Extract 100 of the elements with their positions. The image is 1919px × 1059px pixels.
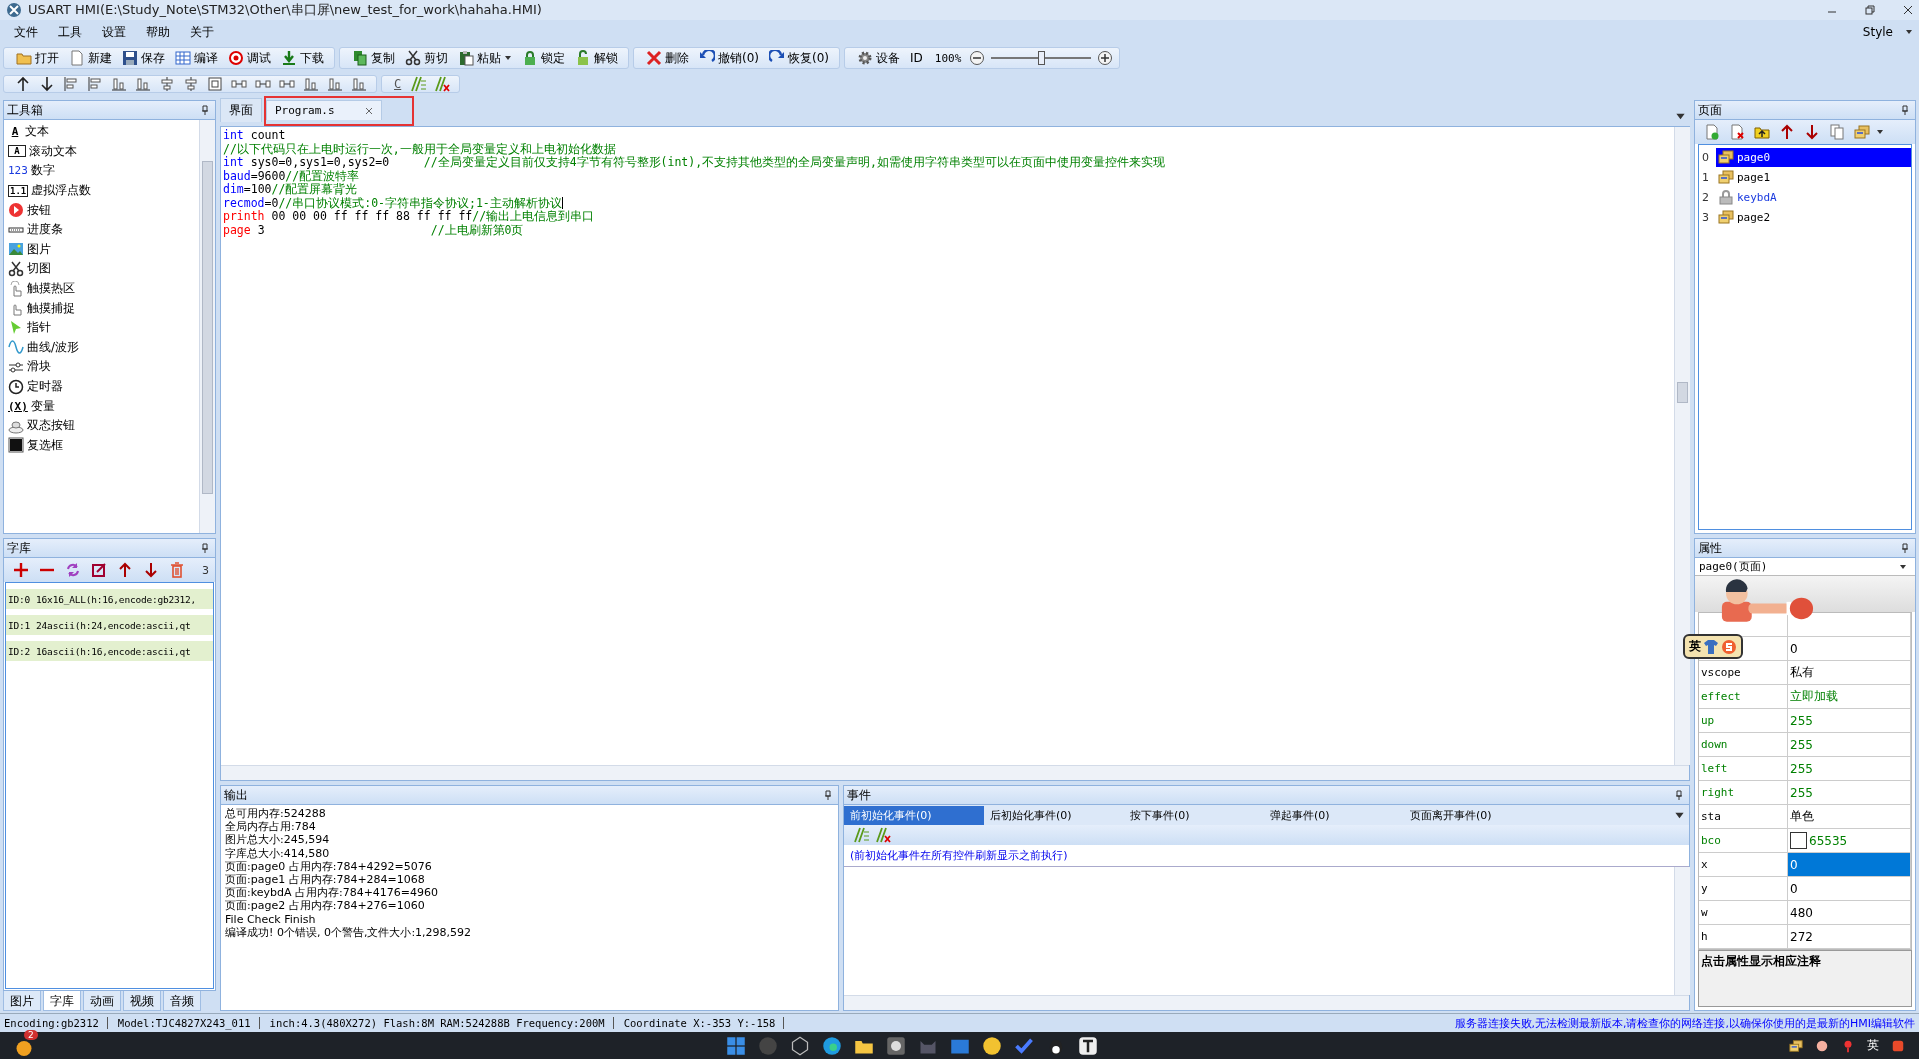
comment-icon[interactable] xyxy=(853,827,869,843)
toolbox-item[interactable]: 123 数字 xyxy=(8,161,195,181)
pin-icon[interactable] xyxy=(201,105,209,115)
zoom-in-icon[interactable] xyxy=(1097,50,1114,66)
move-up-icon[interactable] xyxy=(117,562,133,578)
pin-icon[interactable] xyxy=(201,543,209,553)
zoom-out-icon[interactable] xyxy=(969,50,986,66)
property-value[interactable]: 255 xyxy=(1788,757,1911,780)
scrollbar[interactable] xyxy=(199,120,215,533)
device-button[interactable]: 设备 xyxy=(853,48,904,68)
toolbox-item[interactable]: 按钮 xyxy=(8,200,195,220)
move-up-icon[interactable] xyxy=(15,76,31,92)
browser-icon[interactable] xyxy=(821,1035,842,1056)
add-icon[interactable] xyxy=(13,562,29,578)
property-value[interactable]: 立即加载 xyxy=(1788,685,1911,708)
toolbox-item[interactable]: A 滚动文本 xyxy=(8,141,195,162)
start-icon[interactable] xyxy=(725,1035,746,1056)
font-item[interactable]: ID:2 16ascii(h:16,encode:ascii,qt xyxy=(6,641,213,661)
page-icon[interactable] xyxy=(1854,124,1870,140)
align-bottom-icon[interactable] xyxy=(135,76,151,92)
toolbox-item[interactable]: 触摸热区 xyxy=(8,278,195,299)
property-value[interactable]: 0 xyxy=(1788,853,1911,876)
menu-item[interactable]: 文件 xyxy=(6,21,46,43)
panel-tab[interactable]: 字库 xyxy=(43,991,81,1011)
text-icon[interactable] xyxy=(1077,1035,1098,1056)
new-button[interactable]: 新建 xyxy=(65,48,116,68)
move-down-icon[interactable] xyxy=(143,562,159,578)
pin-icon[interactable] xyxy=(1901,105,1909,115)
tray-icon[interactable] xyxy=(1815,1038,1829,1053)
property-value[interactable]: 私有 xyxy=(1788,661,1911,684)
panel-tab[interactable]: 图片 xyxy=(3,991,41,1011)
toolbox-item[interactable]: 切图 xyxy=(8,259,195,279)
menu-item[interactable]: 帮助 xyxy=(138,21,178,43)
page-item[interactable]: page0 xyxy=(1716,147,1911,167)
save-button[interactable]: 保存 xyxy=(118,48,169,68)
uncomment-icon[interactable] xyxy=(875,827,891,843)
copy-icon[interactable] xyxy=(1829,124,1845,140)
circle-icon[interactable] xyxy=(981,1035,1002,1056)
toolbox-item[interactable]: 进度条 xyxy=(8,219,195,240)
menu-item[interactable]: 工具 xyxy=(50,21,90,43)
ime-status-bar[interactable]: 英 xyxy=(1683,634,1743,659)
property-value[interactable]: 0 xyxy=(1788,877,1911,900)
editor-tab[interactable]: Program.s xyxy=(266,100,382,120)
toolbox-item[interactable]: 曲线/波形 xyxy=(8,337,195,358)
move-down-icon[interactable] xyxy=(1804,124,1820,140)
event-tab[interactable]: 前初始化事件(0) xyxy=(844,805,984,825)
toolbox-item[interactable]: 指针 xyxy=(8,317,195,338)
debug-button[interactable]: 调试 xyxy=(224,48,275,68)
cut-button[interactable]: 剪切 xyxy=(401,48,452,68)
slider-thumb[interactable] xyxy=(1038,51,1046,65)
caret-icon[interactable] xyxy=(1876,128,1884,136)
panel-tab[interactable]: 音频 xyxy=(163,991,201,1011)
close-icon[interactable] xyxy=(364,106,373,115)
property-value[interactable]: 272 xyxy=(1788,925,1911,948)
delete-page-icon[interactable] xyxy=(1729,124,1745,140)
code-button[interactable]: C xyxy=(390,77,406,91)
stack-icon[interactable] xyxy=(303,76,319,92)
event-tab[interactable]: 弹起事件(0) xyxy=(1264,805,1404,825)
app-icon[interactable] xyxy=(885,1035,906,1056)
restore-icon[interactable] xyxy=(1865,5,1875,15)
cube-icon[interactable] xyxy=(789,1035,810,1056)
lock-button[interactable]: 锁定 xyxy=(518,48,569,68)
event-tab[interactable]: 页面离开事件(0) xyxy=(1404,805,1544,825)
move-down-icon[interactable] xyxy=(39,76,55,92)
redo-button[interactable]: 恢复(0) xyxy=(765,48,833,68)
menu-item[interactable]: 关于 xyxy=(182,21,222,43)
center-icon[interactable] xyxy=(207,76,223,92)
toolbox-item[interactable]: (X) 变量 xyxy=(8,396,195,416)
align-left-icon[interactable] xyxy=(63,76,79,92)
property-value[interactable]: 255 xyxy=(1788,709,1911,732)
toolbox-item[interactable]: 复选框 xyxy=(8,435,195,456)
import-icon[interactable] xyxy=(1754,124,1770,140)
uncomment-icon[interactable] xyxy=(434,76,451,92)
stack-icon[interactable] xyxy=(351,76,367,92)
input-language[interactable]: 英 xyxy=(1867,1037,1879,1054)
delete-button[interactable]: 删除 xyxy=(642,48,693,68)
tray-icon[interactable] xyxy=(1789,1038,1803,1053)
open-button[interactable]: 打开 xyxy=(12,48,63,68)
property-value[interactable]: 0 xyxy=(1788,637,1911,660)
font-item[interactable]: ID:1 24ascii(h:24,encode:ascii,qt xyxy=(6,615,213,635)
toolbox-item[interactable]: A 文本 xyxy=(8,122,195,142)
property-value[interactable]: 480 xyxy=(1788,901,1911,924)
refresh-icon[interactable] xyxy=(65,562,81,578)
toolbox-item[interactable]: 1.1 虚拟浮点数 xyxy=(8,180,195,201)
property-value[interactable]: 单色 xyxy=(1788,805,1911,828)
property-value[interactable]: 255 xyxy=(1788,733,1911,756)
property-value[interactable]: 65535 xyxy=(1788,829,1911,852)
dropdown-icon[interactable] xyxy=(1675,111,1686,122)
scrollbar[interactable] xyxy=(844,995,1689,1010)
download-button[interactable]: 下载 xyxy=(277,48,328,68)
stack-icon[interactable] xyxy=(327,76,343,92)
move-up-icon[interactable] xyxy=(1779,124,1795,140)
menu-item[interactable]: 设置 xyxy=(94,21,134,43)
paste-button[interactable]: 粘贴 xyxy=(454,48,516,68)
center-vertical-icon[interactable] xyxy=(183,76,199,92)
edit-icon[interactable] xyxy=(91,562,107,578)
toolbox-item[interactable]: 滑块 xyxy=(8,357,195,377)
toolbox-item[interactable]: 定时器 xyxy=(8,376,195,397)
page-item[interactable]: page2 xyxy=(1716,207,1911,227)
style-menu[interactable]: Style xyxy=(1854,23,1901,41)
